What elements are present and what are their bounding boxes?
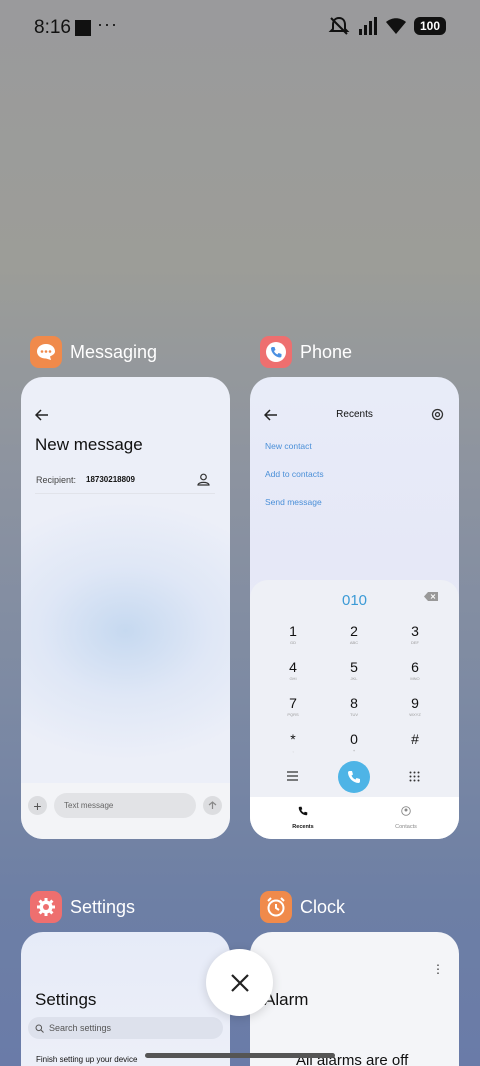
recipient-label: Recipient: <box>36 475 77 485</box>
dial-key[interactable]: 9 WXYZ <box>395 695 435 717</box>
bottom-tab-bar: Recents Contacts <box>250 797 459 839</box>
battery-indicator: 100 <box>413 17 446 35</box>
search-icon <box>35 1024 44 1033</box>
dial-key[interactable]: 1 GD <box>273 623 313 645</box>
backspace-icon[interactable] <box>424 592 438 601</box>
signal-icon <box>358 17 377 35</box>
more-notifications-icon: ··· <box>97 14 118 34</box>
dial-key[interactable]: # <box>395 731 435 748</box>
call-button[interactable] <box>338 761 370 793</box>
compose-bar: + Text message <box>21 783 230 839</box>
dial-key[interactable]: 6 MNO <box>395 659 435 681</box>
phone-icon <box>260 336 292 368</box>
dial-key[interactable]: 4 GHI <box>273 659 313 681</box>
clock-app-label[interactable]: Clock <box>260 891 345 923</box>
message-input[interactable]: Text message <box>54 793 196 818</box>
contacts-icon <box>401 806 411 816</box>
messaging-app-label[interactable]: Messaging <box>30 336 157 368</box>
phone-app-label[interactable]: Phone <box>260 336 352 368</box>
home-indicator[interactable] <box>145 1053 335 1058</box>
contact-picker-icon[interactable] <box>197 473 210 486</box>
status-time: 8:16 <box>34 17 71 38</box>
clock-card[interactable]: ⋮ Alarm All alarms are off <box>250 932 459 1066</box>
dial-key[interactable]: *, <box>273 731 313 753</box>
divider <box>35 493 215 494</box>
page-title: Recents <box>336 409 373 420</box>
settings-gear-icon[interactable] <box>431 408 444 421</box>
mute-icon <box>328 16 350 35</box>
new-contact-link[interactable]: New contact <box>265 441 312 451</box>
dial-key[interactable]: 3 DEF <box>395 623 435 645</box>
alarm-clock-icon <box>260 891 292 923</box>
settings-card[interactable]: Settings Search settings Finish setting … <box>21 932 230 1066</box>
chat-bubble-icon <box>30 336 62 368</box>
dial-key[interactable]: 0 + <box>334 731 374 753</box>
phone-icon <box>298 806 308 816</box>
page-title: New message <box>35 435 143 454</box>
send-icon[interactable] <box>203 796 222 815</box>
wifi-icon <box>385 18 406 34</box>
status-bar: 8:16 ··· 100 <box>0 0 480 56</box>
dialpad: 010 1 GD 2 ABC 3 DEF 4 GHI 5 JKL 6 MNO 7 PQRS 8… <box>250 580 459 839</box>
settings-app-label[interactable]: Settings <box>30 891 135 923</box>
clear-all-button[interactable] <box>206 949 273 1016</box>
phone-call-icon <box>348 771 360 783</box>
settings-app-name: Settings <box>70 896 136 917</box>
close-icon <box>230 973 249 992</box>
clock-app-name: Clock <box>300 896 346 917</box>
messaging-app-name: Messaging <box>70 341 158 362</box>
dial-key[interactable]: 2 ABC <box>334 623 374 645</box>
phone-card[interactable]: Recents New contact Add to contacts Send… <box>250 377 459 839</box>
phone-app-name: Phone <box>300 341 353 362</box>
notification-square-icon <box>75 20 91 36</box>
add-attachment-icon[interactable]: + <box>28 796 47 815</box>
back-arrow-icon[interactable] <box>35 409 49 421</box>
search-input[interactable]: Search settings <box>28 1017 223 1039</box>
more-options-icon[interactable]: ⋮ <box>432 962 444 976</box>
gear-icon <box>30 891 62 923</box>
keypad-icon[interactable] <box>409 771 420 782</box>
menu-icon[interactable] <box>287 771 298 781</box>
tab-recents[interactable]: Recents <box>273 803 333 830</box>
dial-key[interactable]: 7 PQRS <box>273 695 313 717</box>
settings-row[interactable]: Finish setting up your device <box>36 1055 137 1064</box>
messaging-card[interactable]: New message Recipient: 18730218809 + Tex… <box>21 377 230 839</box>
page-title: Settings <box>35 990 97 1009</box>
dial-key[interactable]: 8 TUV <box>334 695 374 717</box>
add-to-contacts-link[interactable]: Add to contacts <box>265 469 324 479</box>
dial-key[interactable]: 5 JKL <box>334 659 374 681</box>
tab-contacts[interactable]: Contacts <box>376 803 436 830</box>
send-message-link[interactable]: Send message <box>265 497 322 507</box>
recipient-value[interactable]: 18730218809 <box>86 475 135 484</box>
